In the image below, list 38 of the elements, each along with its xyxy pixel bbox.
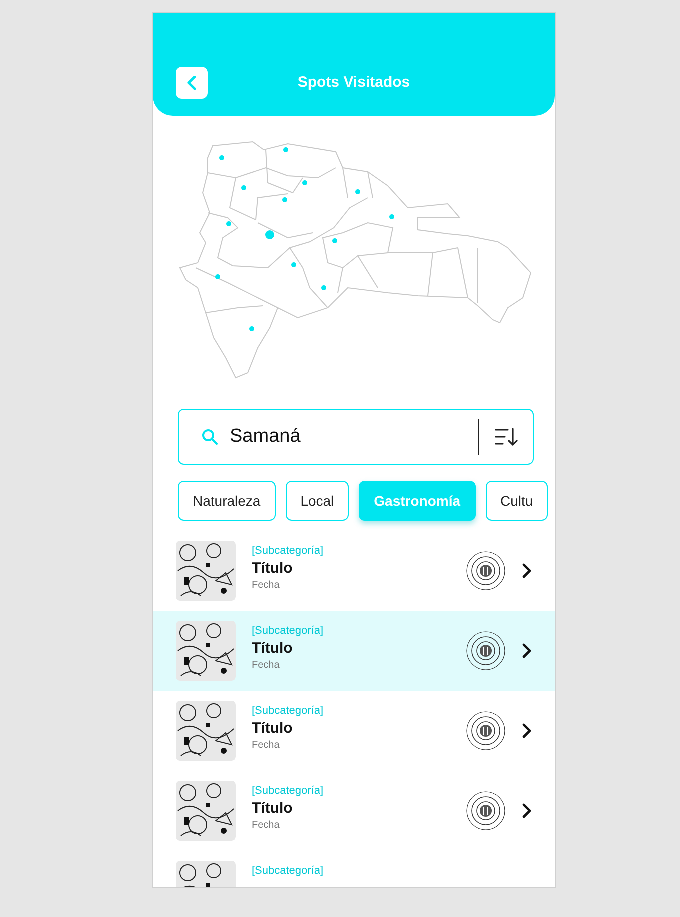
- spot-title: Título: [252, 560, 294, 577]
- seal-icon: [466, 791, 506, 831]
- spot-date: Fecha: [252, 580, 281, 591]
- spot-row[interactable]: [Subcategoría] Título Fecha: [153, 611, 555, 691]
- illustration-thumbnail: [176, 701, 236, 761]
- spot-subcategory: [Subcategoría]: [252, 545, 325, 557]
- seal-icon: [466, 551, 506, 591]
- spot-subcategory: [Subcategoría]: [252, 705, 325, 717]
- search-icon: [202, 429, 218, 445]
- chevron-right-icon[interactable]: [522, 563, 532, 579]
- filter-chip[interactable]: Cultu: [486, 481, 548, 521]
- spot-subcategory: [Subcategoría]: [252, 785, 325, 797]
- spot-row[interactable]: [Subcategoría] Título Fecha: [153, 771, 555, 851]
- spot-date: Fecha: [252, 660, 281, 671]
- chevron-right-icon[interactable]: [522, 803, 532, 819]
- spot-date: Fecha: [252, 820, 281, 831]
- filter-chip[interactable]: Naturaleza: [178, 481, 276, 521]
- spot-title: Título: [252, 640, 294, 657]
- spot-row[interactable]: [Subcategoría] Título Fecha: [153, 531, 555, 611]
- spot-subcategory: [Subcategoría]: [252, 865, 325, 877]
- search-field[interactable]: Samaná: [178, 409, 534, 465]
- illustration-thumbnail: [176, 541, 236, 601]
- spot-title: Título: [252, 800, 294, 817]
- page-title: Spots Visitados: [296, 73, 412, 93]
- seal-icon: [466, 711, 506, 751]
- seal-icon: [466, 631, 506, 671]
- filter-chip[interactable]: Local: [286, 481, 350, 521]
- spot-title: Título: [252, 720, 294, 737]
- spot-row[interactable]: [Subcategoría] Título Fecha: [153, 691, 555, 771]
- illustration-thumbnail: [176, 781, 236, 841]
- spot-subcategory: [Subcategoría]: [252, 625, 325, 637]
- spot-date: Fecha: [252, 740, 281, 751]
- sort-icon[interactable]: [495, 427, 519, 447]
- search-input[interactable]: Samaná: [228, 425, 478, 449]
- chevron-left-icon: [186, 76, 198, 90]
- illustration-thumbnail: [176, 621, 236, 681]
- chevron-right-icon[interactable]: [522, 643, 532, 659]
- chevron-right-icon[interactable]: [522, 723, 532, 739]
